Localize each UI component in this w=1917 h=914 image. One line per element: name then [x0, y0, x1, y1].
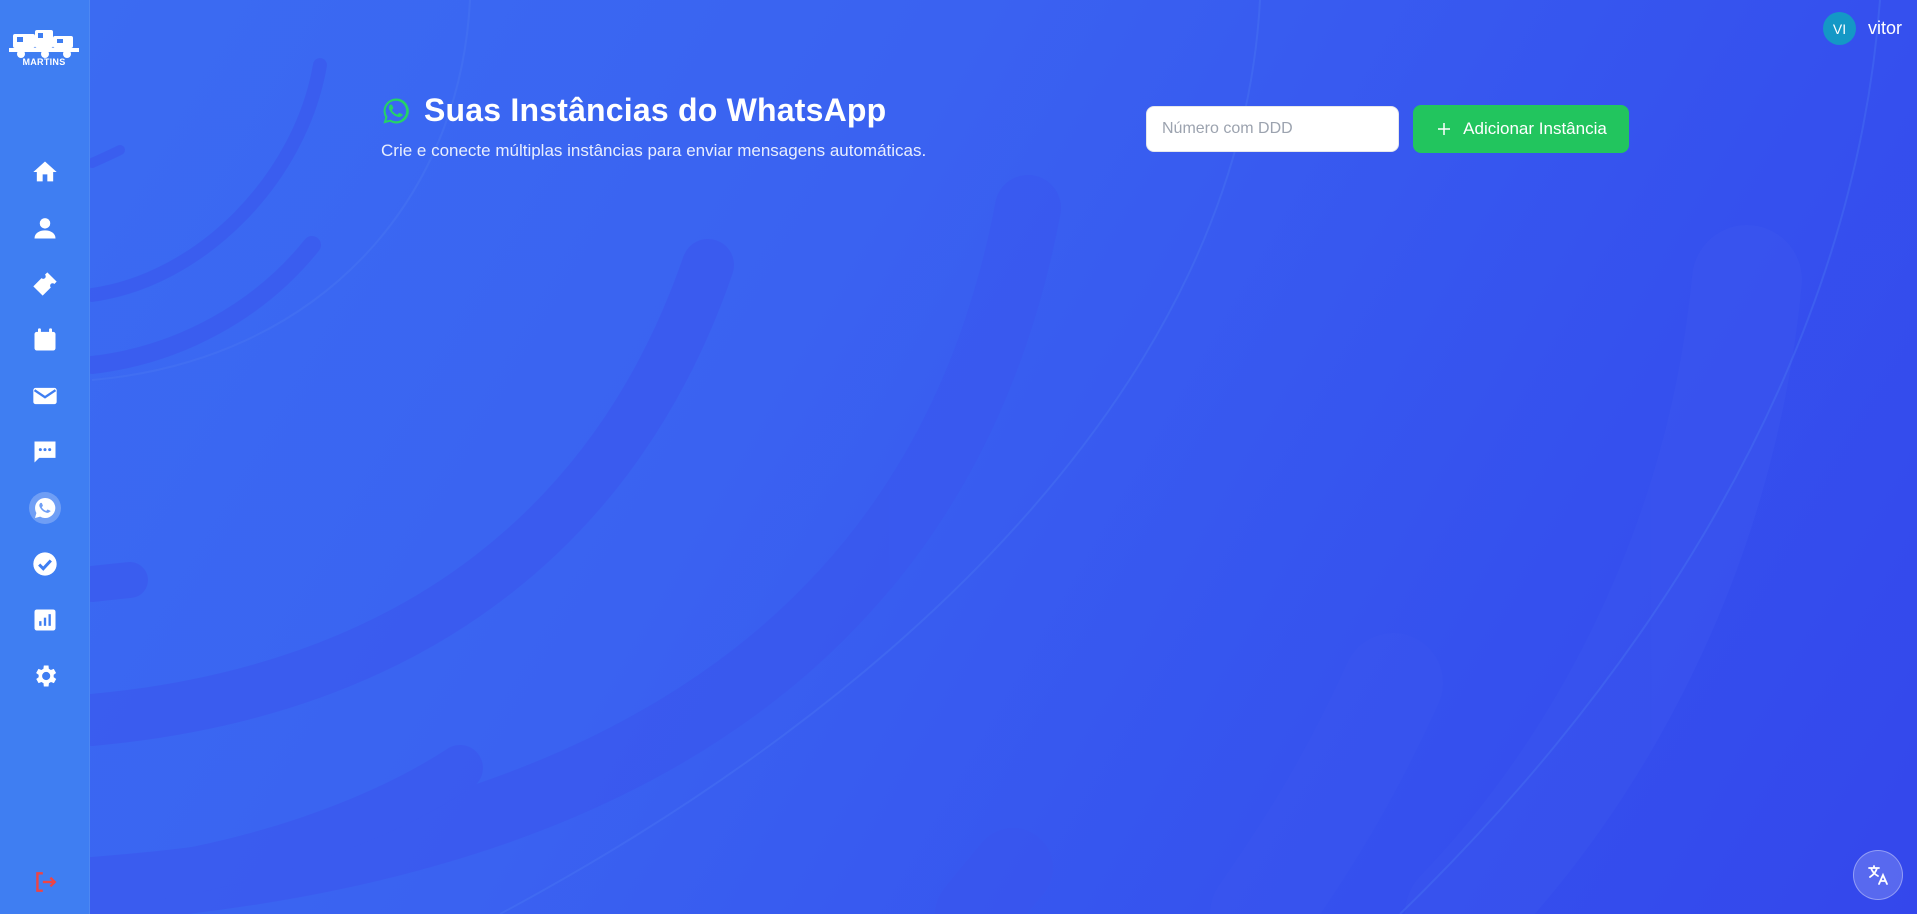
active-indicator [29, 492, 61, 524]
logout-icon [36, 872, 57, 892]
report-icon [34, 609, 56, 631]
ticket-icon [33, 272, 57, 296]
whatsapp-icon [383, 97, 409, 123]
page-title: Suas Instâncias do WhatsApp [424, 92, 887, 128]
sidebar-item-settings[interactable] [26, 657, 64, 695]
user-icon [34, 218, 56, 239]
whatsapp-icon [35, 497, 56, 518]
chat-icon [34, 441, 56, 463]
page-subtitle: Crie e conecte múltiplas instâncias para… [381, 141, 927, 160]
logout-button[interactable] [26, 863, 64, 901]
mail-icon [33, 387, 57, 405]
background-arcs [59, 0, 1881, 914]
sidebar-item-users[interactable] [26, 209, 64, 247]
user-menu[interactable]: VI vitor [1822, 12, 1902, 45]
translate-button[interactable] [1853, 850, 1903, 900]
sidebar-item-whatsapp[interactable] [26, 489, 64, 527]
add-instance-label: Adicionar Instância [1463, 119, 1607, 138]
sidebar-item-messages[interactable] [26, 433, 64, 471]
calendar-icon [34, 328, 56, 351]
translate-icon [1868, 865, 1888, 885]
plus-icon [1438, 123, 1451, 135]
truck-logo-icon [9, 30, 79, 58]
phone-input[interactable] [1146, 106, 1399, 152]
add-instance-button[interactable]: Adicionar Instância [1413, 105, 1629, 153]
sidebar-item-calendar[interactable] [26, 321, 64, 359]
user-name: vitor [1867, 18, 1902, 38]
logo-text: MARTINS [22, 57, 66, 67]
sidebar: MARTINS [0, 0, 90, 914]
sidebar-item-tasks[interactable] [26, 545, 64, 583]
sidebar-item-reports[interactable] [26, 601, 64, 639]
check-circle-icon [33, 552, 57, 576]
brand-logo[interactable]: MARTINS [7, 26, 81, 78]
sidebar-item-mail[interactable] [26, 377, 64, 415]
avatar: VI [1822, 12, 1856, 45]
page-header: Suas Instâncias do WhatsApp [381, 92, 886, 129]
sidebar-item-tickets[interactable] [26, 265, 64, 303]
home-icon [33, 161, 57, 182]
sidebar-item-home[interactable] [26, 153, 64, 191]
gear-icon [36, 665, 57, 687]
